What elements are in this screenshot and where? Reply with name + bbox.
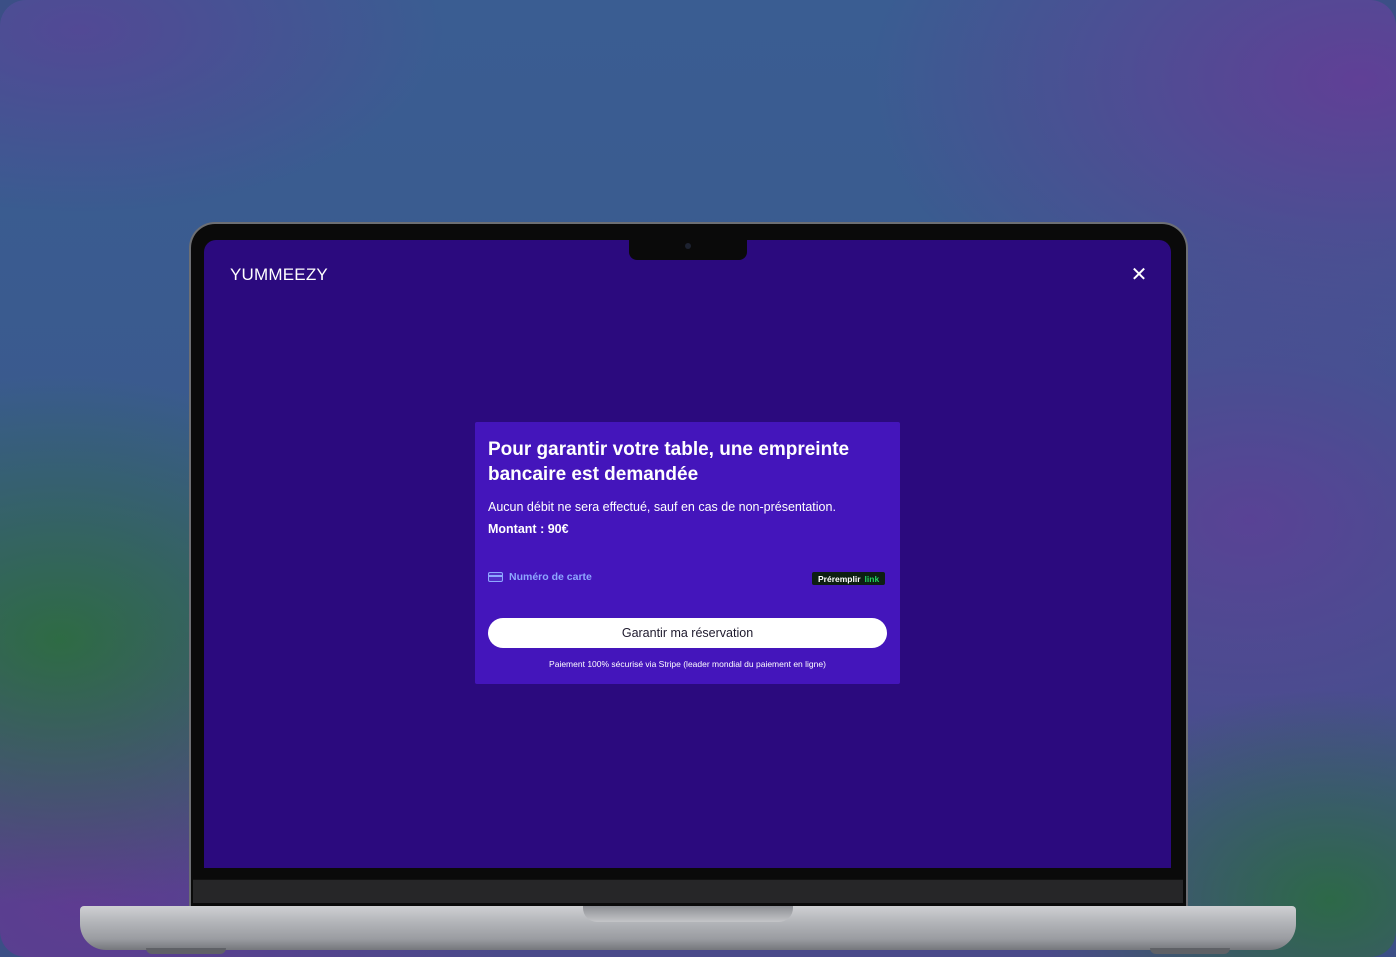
card-number-label: Numéro de carte [509, 571, 592, 583]
laptop-foot-right [1150, 948, 1230, 954]
laptop-foot-left [146, 948, 226, 954]
payment-amount: Montant : 90€ [488, 522, 569, 536]
brand-logo: YUMMEEZY [230, 265, 328, 284]
payment-description: Aucun débit ne sera effectué, sauf en ca… [488, 500, 836, 514]
link-logo: link [864, 573, 880, 584]
showcase-background: YUMMEEZY ✕ Pour garantir votre table, un… [0, 0, 1396, 957]
card-number-field[interactable]: Numéro de carte [488, 571, 592, 583]
prefill-label: Préremplir [818, 573, 861, 584]
laptop-base-notch [583, 906, 793, 922]
camera-icon [685, 243, 691, 249]
prefill-link-button[interactable]: Préremplir link [812, 572, 886, 585]
payment-title: Pour garantir votre table, une empreinte… [488, 439, 850, 485]
secure-payment-note: Paiement 100% sécurisé via Stripe (leade… [549, 659, 826, 669]
guarantee-reservation-button[interactable]: Garantir ma réservation [488, 618, 887, 648]
laptop-bezel-bottom [193, 879, 1183, 903]
credit-card-icon [488, 572, 503, 582]
close-icon[interactable]: ✕ [1129, 265, 1149, 285]
